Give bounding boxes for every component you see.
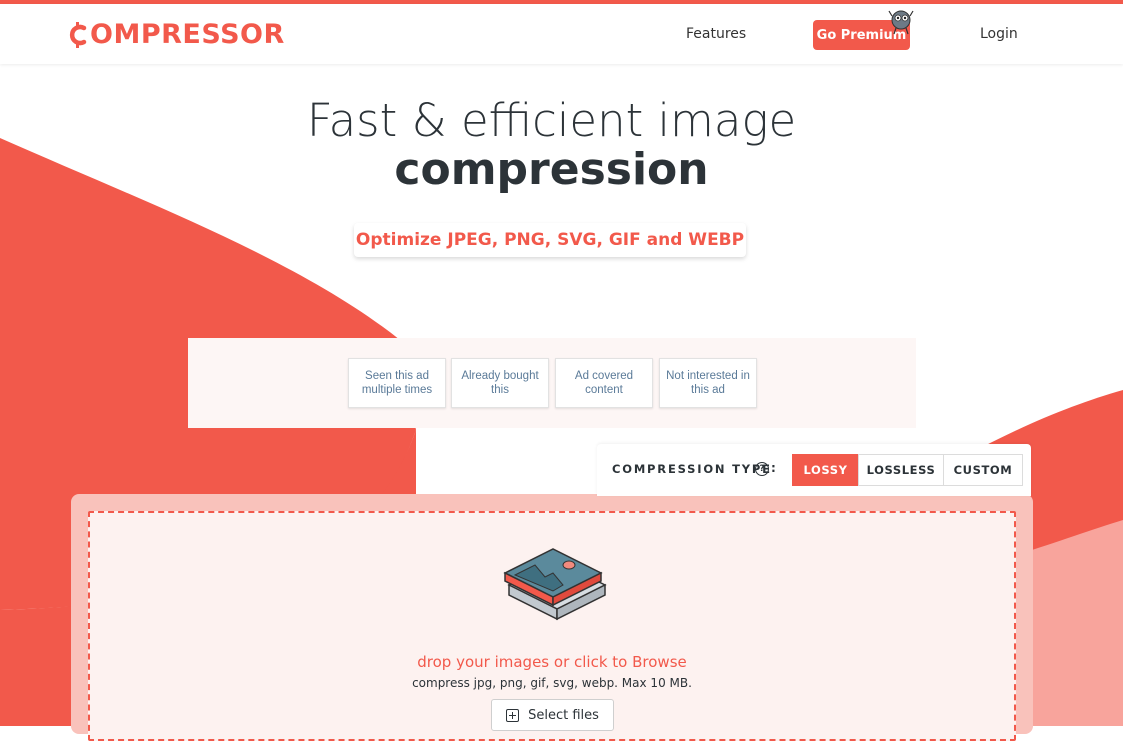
select-files-label: Select files	[528, 707, 599, 723]
compression-type-bar: COMPRESSION TYPE ? : LOSSY LOSSLESS CUST…	[597, 444, 1031, 496]
ad-feedback-panel: Seen this ad multiple times Already boug…	[188, 338, 916, 428]
logo-c-icon	[67, 22, 89, 48]
lossless-option[interactable]: LOSSLESS	[858, 454, 944, 486]
plus-square-icon	[506, 708, 520, 722]
mascot-icon	[888, 10, 914, 35]
ad-feedback-not-interested-button[interactable]: Not interested in this ad	[659, 358, 757, 408]
ad-feedback-seen-button[interactable]: Seen this ad multiple times	[348, 358, 446, 408]
nav-features-link[interactable]: Features	[686, 24, 746, 44]
hero-title-line2: compression	[394, 144, 709, 195]
dropzone[interactable]: drop your images or click to Browse comp…	[88, 511, 1016, 741]
brand-name: OMPRESSOR	[90, 19, 285, 50]
dropzone-title[interactable]: drop your images or click to Browse	[90, 653, 1014, 671]
ad-feedback-covered-button[interactable]: Ad covered content	[555, 358, 653, 408]
lossy-option[interactable]: LOSSY	[792, 454, 859, 486]
nav-login-link[interactable]: Login	[980, 24, 1018, 44]
custom-option[interactable]: CUSTOM	[943, 454, 1023, 486]
hero-title-line1: Fast & efficient image	[306, 94, 797, 147]
ad-feedback-bought-button[interactable]: Already bought this	[451, 358, 549, 408]
formats-badge: Optimize JPEG, PNG, SVG, GIF and WEBP	[354, 223, 746, 257]
compression-type-colon: :	[771, 461, 776, 475]
compression-type-label: COMPRESSION TYPE	[612, 462, 772, 476]
image-stack-icon	[503, 548, 607, 621]
site-header: OMPRESSOR Features Go Premium Login	[0, 4, 1123, 64]
dropzone-subtitle: compress jpg, png, gif, svg, webp. Max 1…	[412, 676, 692, 690]
help-icon[interactable]: ?	[755, 462, 769, 476]
select-files-button[interactable]: Select files	[491, 699, 614, 731]
brand-logo[interactable]: OMPRESSOR	[67, 18, 285, 52]
